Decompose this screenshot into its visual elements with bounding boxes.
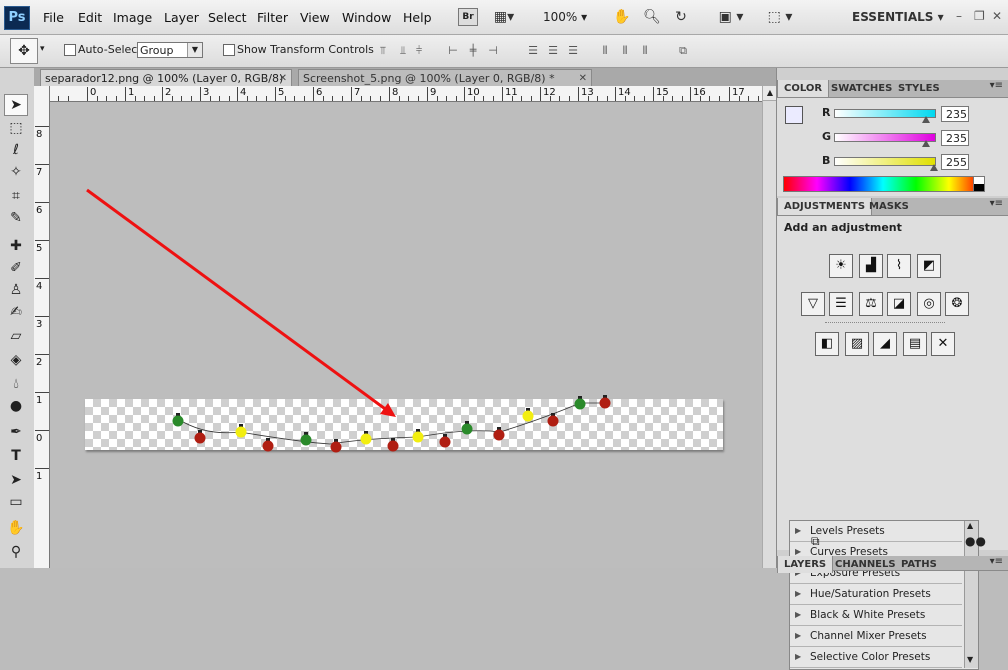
light-bulb	[522, 410, 534, 422]
slider-thumb-icon[interactable]	[922, 140, 930, 147]
tab-adjustments[interactable]: ADJUSTMENTS	[777, 198, 873, 215]
scroll-up-icon[interactable]: ▲	[967, 521, 973, 530]
channel-slider[interactable]	[834, 157, 936, 166]
black-white-icon[interactable]: ◪	[887, 292, 911, 316]
black-white-ramp[interactable]	[973, 176, 985, 192]
light-bulb	[493, 429, 505, 441]
channel-mixer-icon[interactable]: ❂	[945, 292, 969, 316]
posterize-icon[interactable]: ▨	[845, 332, 869, 356]
expand-triangle-icon[interactable]: ▶	[795, 605, 801, 625]
tab-color[interactable]: COLOR	[777, 80, 830, 97]
workspace-switcher[interactable]: ESSENTIALS ▾	[852, 10, 944, 24]
layer-visibility-icon[interactable]: ●●	[965, 534, 986, 548]
selective-color-icon[interactable]: ✕	[931, 332, 955, 356]
scroll-down-icon[interactable]: ▼	[967, 655, 973, 664]
panel-dock: COLOR SWATCHES STYLES ▾≡ R 235 G 235 B 255 AD…	[776, 68, 1008, 670]
tab-styles[interactable]: STYLES	[892, 80, 946, 97]
tab-masks[interactable]: MASKS	[863, 198, 915, 215]
levels-icon[interactable]: ▟	[859, 254, 883, 278]
color-panel-tabs: COLOR SWATCHES STYLES ▾≡	[777, 80, 1008, 98]
channel-value-field[interactable]: 235	[941, 106, 969, 122]
color-spectrum-ramp[interactable]	[783, 176, 983, 192]
red-arrow-annotation	[86, 188, 389, 413]
brightness-contrast-icon[interactable]: ☀	[829, 254, 853, 278]
light-bulb	[262, 440, 274, 452]
slider-thumb-icon[interactable]	[930, 164, 938, 171]
foreground-color-swatch[interactable]	[785, 106, 803, 124]
light-bulb	[330, 441, 342, 453]
restore-icon[interactable]: ❐	[974, 9, 985, 23]
light-bulb	[412, 431, 424, 443]
channel-label: B	[822, 154, 831, 167]
canvas-overlay	[86, 188, 611, 453]
preset-label: Black & White Presets	[810, 609, 926, 621]
panel-menu-icon[interactable]: ▾≡	[990, 556, 1003, 567]
adjustments-panel-tabs: ADJUSTMENTS MASKS ▾≡	[777, 198, 1008, 216]
light-bulb	[194, 432, 206, 444]
channel-label: G	[822, 130, 832, 143]
workspace-label: ESSENTIALS	[852, 10, 934, 24]
expand-triangle-icon[interactable]: ▶	[795, 647, 801, 667]
tab-layers[interactable]: LAYERS	[777, 556, 834, 573]
exposure-icon[interactable]: ◩	[917, 254, 941, 278]
tab-swatches[interactable]: SWATCHES	[825, 80, 898, 97]
preset-item[interactable]: ▶ Hue/Saturation Presets	[790, 584, 962, 605]
gradient-map-icon[interactable]: ▤	[903, 332, 927, 356]
divider	[825, 322, 945, 323]
vibrance-icon[interactable]: ▽	[801, 292, 825, 316]
expand-triangle-icon[interactable]: ▶	[795, 584, 801, 604]
light-bulb	[439, 436, 451, 448]
tab-paths[interactable]: PATHS	[895, 556, 943, 573]
light-bulb	[360, 433, 372, 445]
light-bulb	[574, 398, 586, 410]
preset-label: Levels Presets	[810, 525, 885, 537]
scroll-up-icon[interactable]: ▲	[763, 86, 777, 101]
light-bulb	[300, 434, 312, 446]
light-bulb	[235, 426, 247, 438]
color-balance-icon[interactable]: ⚖	[859, 292, 883, 316]
light-bulbs	[172, 395, 611, 453]
channel-slider[interactable]	[834, 133, 936, 142]
preset-label: Hue/Saturation Presets	[810, 588, 931, 600]
preset-item[interactable]: ▶ Selective Color Presets	[790, 647, 962, 668]
preset-label: Selective Color Presets	[810, 651, 931, 663]
layers-panel-tabs: LAYERS CHANNELS PATHS ▾≡	[777, 556, 1008, 573]
light-bulb	[547, 415, 559, 427]
channel-value-field[interactable]: 235	[941, 130, 969, 146]
preset-item[interactable]: ▶ Black & White Presets	[790, 605, 962, 626]
panel-menu-icon[interactable]: ▾≡	[990, 80, 1003, 91]
light-bulb	[599, 397, 611, 409]
expand-triangle-icon[interactable]: ▶	[795, 626, 801, 646]
minimize-icon[interactable]: –	[956, 9, 962, 23]
adjustments-heading: Add an adjustment	[784, 221, 902, 234]
adjustments-panel: Add an adjustment ☀ ▟ ⌇ ◩ ▽ ☰ ⚖ ◪ ◎ ❂ ◧ …	[777, 216, 1008, 670]
channel-label: R	[822, 106, 831, 119]
invert-icon[interactable]: ◧	[815, 332, 839, 356]
light-bulb	[172, 415, 184, 427]
curves-icon[interactable]: ⌇	[887, 254, 911, 278]
close-icon[interactable]: ✕	[992, 9, 1002, 23]
return-to-list-icon[interactable]: ⧉	[811, 534, 820, 549]
hue-saturation-icon[interactable]: ☰	[829, 292, 853, 316]
tab-channels[interactable]: CHANNELS	[829, 556, 902, 573]
channel-value-field[interactable]: 255	[941, 154, 969, 170]
canvas-vertical-scrollbar[interactable]: ▲	[762, 86, 777, 568]
channel-slider[interactable]	[834, 109, 936, 118]
panel-menu-icon[interactable]: ▾≡	[990, 198, 1003, 209]
light-bulb	[461, 423, 473, 435]
expand-triangle-icon[interactable]: ▶	[795, 521, 801, 541]
preset-label: Channel Mixer Presets	[810, 630, 927, 642]
slider-thumb-icon[interactable]	[922, 116, 930, 123]
preset-item[interactable]: ▶ Channel Mixer Presets	[790, 626, 962, 647]
light-bulb	[387, 440, 399, 452]
threshold-icon[interactable]: ◢	[873, 332, 897, 356]
photo-filter-icon[interactable]: ◎	[917, 292, 941, 316]
